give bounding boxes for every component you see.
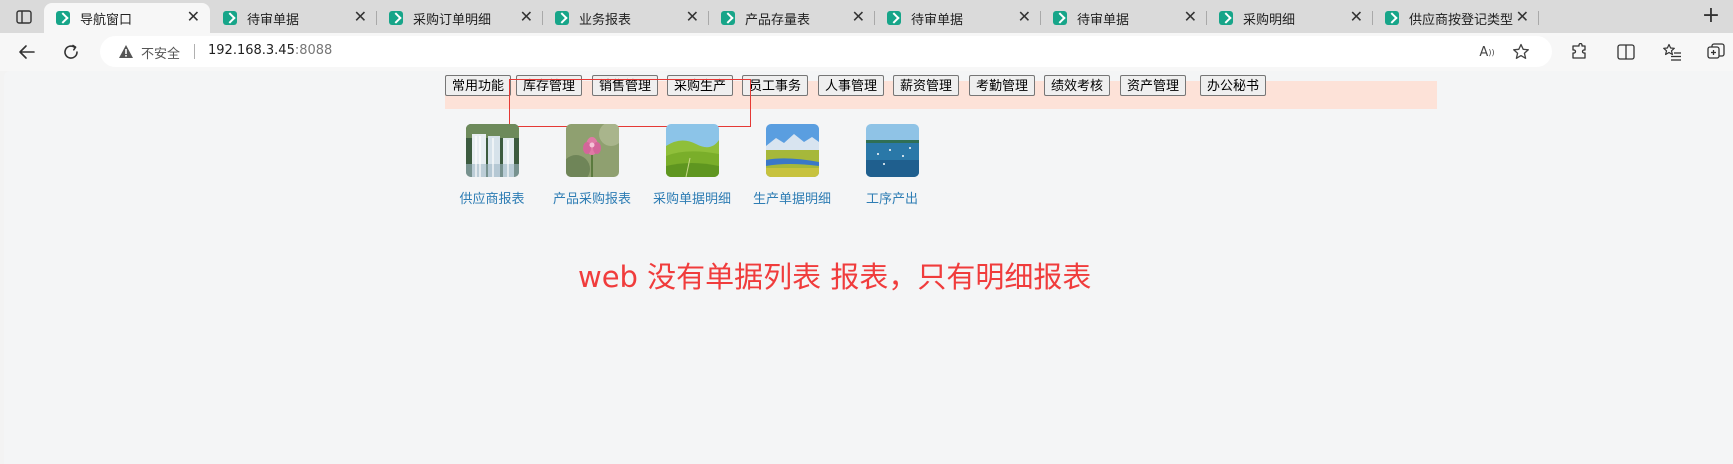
shortcut-tile-product-purchase-report[interactable]: 产品采购报表 bbox=[542, 124, 642, 207]
split-screen-icon[interactable] bbox=[1614, 40, 1638, 64]
shortcut-tile-supplier-report[interactable]: 供应商报表 bbox=[442, 124, 542, 207]
browser-tab[interactable]: 采购订单明细 ✕ bbox=[377, 3, 543, 33]
tab-title: 采购订单明细 bbox=[413, 12, 492, 28]
tile-label[interactable]: 生产单据明细 bbox=[742, 188, 842, 207]
tile-label[interactable]: 工序产出 bbox=[842, 188, 942, 207]
menu-button-staff-affairs[interactable]: 员工事务 bbox=[742, 75, 809, 96]
tile-label[interactable]: 供应商报表 bbox=[442, 188, 542, 207]
browser-tab[interactable]: 采购明细 ✕ bbox=[1207, 3, 1373, 33]
tile-label[interactable]: 采购单据明细 bbox=[642, 188, 742, 207]
close-tab-icon[interactable]: ✕ bbox=[852, 9, 865, 25]
close-tab-icon[interactable]: ✕ bbox=[354, 9, 367, 25]
site-favicon-icon bbox=[1385, 11, 1399, 25]
address-bar[interactable]: 不安全 192.168.3.45:8088 A)) bbox=[100, 36, 1552, 67]
pink-flower-image bbox=[565, 124, 619, 177]
shortcut-tile-production-order-details[interactable]: 生产单据明细 bbox=[742, 124, 842, 207]
url-port: :8088 bbox=[294, 43, 333, 58]
green-hills-image bbox=[665, 124, 719, 177]
back-arrow-icon[interactable] bbox=[14, 39, 40, 65]
tab-title: 待审单据 bbox=[911, 12, 964, 28]
close-tab-icon[interactable]: ✕ bbox=[520, 9, 533, 25]
browser-tab[interactable]: 业务报表 ✕ bbox=[543, 3, 709, 33]
menu-button-common[interactable]: 常用功能 bbox=[445, 75, 512, 96]
security-status-label[interactable]: 不安全 bbox=[141, 43, 180, 62]
browser-tab[interactable]: 待审单据 ✕ bbox=[875, 3, 1041, 33]
site-favicon-icon bbox=[555, 11, 569, 25]
shortcut-tile-purchase-order-details[interactable]: 采购单据明细 bbox=[642, 124, 742, 207]
url-text[interactable]: 192.168.3.45:8088 bbox=[208, 43, 332, 58]
tab-title: 采购明细 bbox=[1243, 12, 1296, 28]
read-aloud-icon[interactable]: A)) bbox=[1477, 42, 1497, 62]
waterfall-image bbox=[465, 124, 519, 177]
site-favicon-icon bbox=[389, 11, 403, 25]
close-tab-icon[interactable]: ✕ bbox=[1018, 9, 1031, 25]
menu-button-sales[interactable]: 销售管理 bbox=[592, 75, 659, 96]
favorite-star-icon[interactable] bbox=[1511, 42, 1531, 62]
browser-toolbar: 不安全 192.168.3.45:8088 A)) bbox=[0, 33, 1733, 71]
page-content: 常用功能 库存管理 销售管理 采购生产 员工事务 人事管理 薪资管理 考勤管理 … bbox=[4, 71, 1733, 464]
read-aloud-glyph: A bbox=[1479, 44, 1489, 60]
tab-title: 待审单据 bbox=[1077, 12, 1130, 28]
menu-button-office-secretary[interactable]: 办公秘书 bbox=[1200, 75, 1267, 96]
tab-title: 导航窗口 bbox=[80, 12, 133, 28]
site-favicon-icon bbox=[1053, 11, 1067, 25]
address-divider bbox=[194, 44, 195, 59]
reload-icon[interactable] bbox=[58, 39, 84, 65]
new-tab-button[interactable]: + bbox=[1698, 4, 1724, 30]
warning-icon[interactable] bbox=[118, 44, 134, 63]
site-favicon-icon bbox=[56, 11, 70, 25]
favorites-list-icon[interactable] bbox=[1660, 40, 1684, 64]
browser-tab[interactable]: 供应商按登记类型 ✕ bbox=[1373, 3, 1539, 33]
collections-icon[interactable] bbox=[1704, 40, 1728, 64]
site-favicon-icon bbox=[223, 11, 237, 25]
menu-button-payroll[interactable]: 薪资管理 bbox=[893, 75, 960, 96]
close-tab-icon[interactable]: ✕ bbox=[187, 9, 200, 25]
browser-tab[interactable]: 导航窗口 ✕ bbox=[44, 3, 210, 33]
site-favicon-icon bbox=[721, 11, 735, 25]
site-favicon-icon bbox=[1219, 11, 1233, 25]
site-favicon-icon bbox=[887, 11, 901, 25]
sidebar-toggle-icon[interactable] bbox=[10, 6, 38, 28]
menu-button-attendance[interactable]: 考勤管理 bbox=[969, 75, 1036, 96]
url-host: 192.168.3.45 bbox=[208, 43, 295, 58]
lake-birds-image bbox=[865, 124, 919, 177]
browser-tab[interactable]: 待审单据 ✕ bbox=[1041, 3, 1207, 33]
menu-button-inventory[interactable]: 库存管理 bbox=[516, 75, 583, 96]
browser-tab[interactable]: 产品存量表 ✕ bbox=[709, 3, 875, 33]
tab-title: 产品存量表 bbox=[745, 12, 811, 28]
tab-title: 待审单据 bbox=[247, 12, 300, 28]
close-tab-icon[interactable]: ✕ bbox=[1516, 9, 1529, 25]
tab-title: 供应商按登记类型 bbox=[1409, 12, 1514, 28]
menu-button-assets[interactable]: 资产管理 bbox=[1120, 75, 1187, 96]
menu-button-performance[interactable]: 绩效考核 bbox=[1044, 75, 1111, 96]
tile-label[interactable]: 产品采购报表 bbox=[542, 188, 642, 207]
close-tab-icon[interactable]: ✕ bbox=[1184, 9, 1197, 25]
browser-tab[interactable]: 待审单据 ✕ bbox=[211, 3, 377, 33]
mountain-river-image bbox=[765, 124, 819, 177]
tab-title: 业务报表 bbox=[579, 12, 632, 28]
annotation-note: web 没有单据列表 报表，只有明细报表 bbox=[578, 260, 1092, 294]
menu-button-hr[interactable]: 人事管理 bbox=[818, 75, 885, 96]
close-tab-icon[interactable]: ✕ bbox=[686, 9, 699, 25]
close-tab-icon[interactable]: ✕ bbox=[1350, 9, 1363, 25]
extensions-icon[interactable] bbox=[1567, 40, 1591, 64]
menu-button-purchase-production[interactable]: 采购生产 bbox=[667, 75, 734, 96]
browser-tab-strip: 导航窗口 ✕ 待审单据 ✕ 采购订单明细 ✕ 业务报表 ✕ 产品存量表 ✕ 待审… bbox=[0, 0, 1733, 33]
shortcut-tile-process-output[interactable]: 工序产出 bbox=[842, 124, 942, 207]
